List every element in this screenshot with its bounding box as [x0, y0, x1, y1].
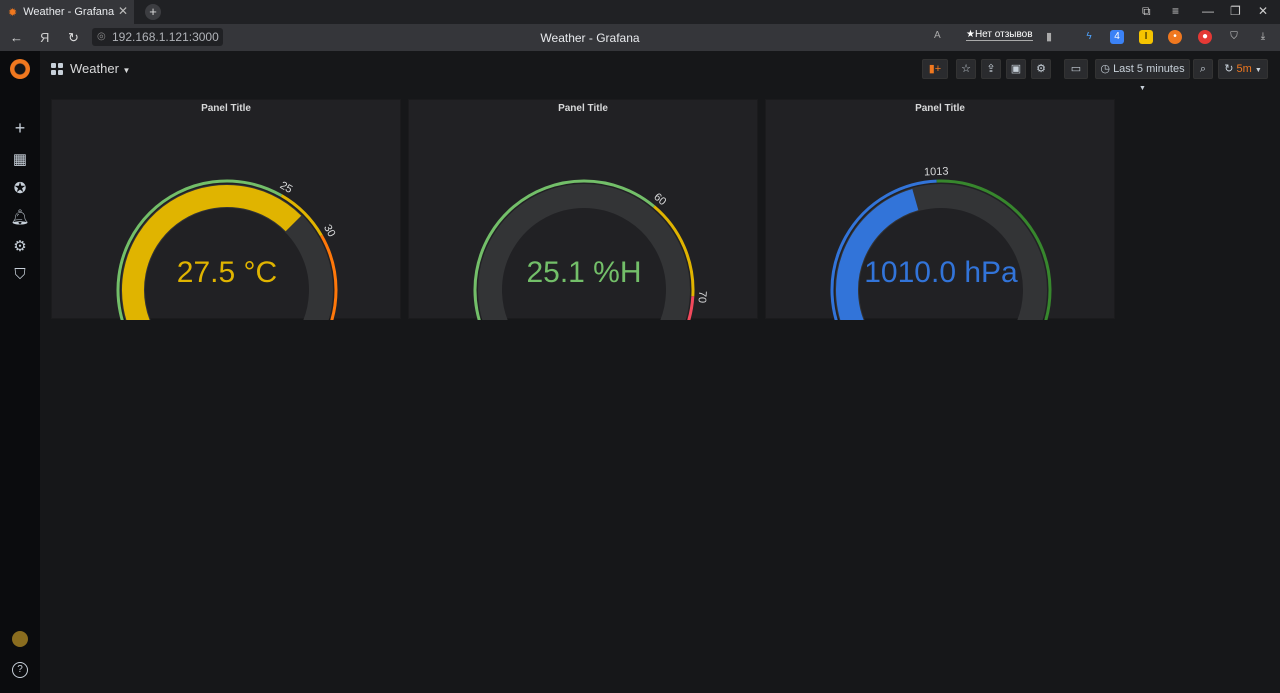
gauge-panel-humidity[interactable]: Panel Title 3060707525.1 %H — [408, 99, 758, 320]
add-panel-button[interactable]: ▮+ — [922, 59, 948, 79]
gauge-value-text: 1010.0 hPa — [864, 256, 1018, 289]
grafana-favicon-icon: ✹ — [8, 6, 18, 19]
extension-shield-icon[interactable]: ⛉ — [1227, 30, 1241, 44]
chevron-down-icon: ▼ — [122, 66, 131, 75]
extension-yellow-icon[interactable]: I — [1139, 30, 1153, 44]
chevron-down-icon: ▼ — [1254, 67, 1262, 74]
tab-title: Weather - Grafana — [23, 6, 115, 18]
yandex-logo-icon[interactable]: Я — [40, 30, 49, 45]
dashboards-icon[interactable]: ▦ — [0, 150, 40, 168]
extension-bolt-icon[interactable]: ϟ — [1082, 30, 1096, 44]
extension-orange-icon[interactable]: • — [1168, 30, 1182, 44]
extension-red-icon[interactable]: ● — [1198, 30, 1212, 44]
zoom-out-button[interactable]: ⌕ — [1193, 59, 1213, 79]
window-title: Weather - Grafana — [540, 31, 640, 45]
save-button[interactable]: ▣ — [1006, 59, 1026, 79]
settings-gear-button[interactable]: ⚙ — [1031, 59, 1051, 79]
grafana-logo-icon[interactable] — [10, 59, 30, 79]
minimize-icon[interactable]: — — [1202, 4, 1214, 18]
refresh-icon: ↻ — [1224, 63, 1234, 75]
close-tab-icon[interactable]: ✕ — [118, 4, 128, 18]
extension-4-icon[interactable]: 4 — [1110, 30, 1124, 44]
address-bar: ← Я ↻ ◎ 192.168.1.121:3000 Weather - Gra… — [0, 24, 1280, 51]
dashboard-title-text: Weather — [70, 61, 119, 76]
gauge-value-text: 25.1 %H — [526, 256, 641, 289]
refresh-button[interactable]: ↻ 5m ▼ — [1218, 59, 1268, 79]
gauge-tick-label: 70 — [696, 290, 709, 303]
clock-icon: ◷ — [1100, 63, 1110, 75]
browser-tab[interactable]: ✹ Weather - Grafana ✕ — [0, 0, 134, 24]
bookmark-icon[interactable]: ▮ — [1046, 30, 1052, 43]
help-icon[interactable]: ? — [0, 660, 40, 678]
maximize-icon[interactable]: ❐ — [1230, 4, 1241, 18]
create-plus-icon[interactable]: + — [0, 118, 40, 139]
grafana-sidemenu: + ▦ ✪ 🔔︎ ⚙ ⛉ ? — [0, 51, 40, 693]
time-picker-button[interactable]: ◷ Last 5 minutes ▼ — [1095, 59, 1190, 92]
chevron-down-icon: ▼ — [1139, 85, 1146, 92]
tabs-menu-icon[interactable]: ⧉ — [1142, 4, 1151, 19]
gauge-panel-temperature[interactable]: Panel Title 025304027.5 °C — [51, 99, 401, 320]
url-text: 192.168.1.121:3000 — [112, 30, 219, 44]
url-field[interactable]: ◎ 192.168.1.121:3000 — [92, 28, 223, 46]
tv-mode-button[interactable]: ▭ — [1064, 59, 1088, 79]
gauge-panel-pressure[interactable]: Panel Title 987101310401010.0 hPa — [765, 99, 1115, 320]
site-info-icon[interactable]: ◎ — [97, 28, 106, 46]
downloads-icon[interactable]: ⤓ — [1256, 30, 1270, 44]
alerting-bell-icon[interactable]: 🔔︎ — [0, 208, 40, 226]
gauge-tick-label: 1013 — [924, 166, 949, 179]
share-button[interactable]: ⇪ — [981, 59, 1001, 79]
dashboard-title[interactable]: Weather ▼ — [70, 61, 130, 76]
translate-icon[interactable]: A — [934, 30, 941, 41]
star-button[interactable]: ☆ — [956, 59, 976, 79]
gauge-temperature: 025304027.5 °C — [116, 179, 338, 320]
time-range-label: Last 5 minutes — [1113, 63, 1185, 75]
reviews-badge[interactable]: ★Нет отзывов — [966, 29, 1033, 41]
gauge-value-text: 27.5 °C — [177, 256, 277, 289]
explore-compass-icon[interactable]: ✪ — [0, 179, 40, 197]
server-admin-shield-icon[interactable]: ⛉ — [0, 266, 40, 283]
close-window-icon[interactable]: ✕ — [1258, 4, 1268, 18]
user-avatar[interactable] — [0, 631, 40, 651]
browser-tab-bar: ✹ Weather - Grafana ✕ + ⧉ ≡ — ❐ ✕ — [0, 0, 1280, 24]
dashboard-grid-icon — [51, 63, 63, 75]
browser-menu-icon[interactable]: ≡ — [1172, 4, 1179, 18]
dashboard-navbar: Weather ▼ ▮+ ☆ ⇪ ▣ ⚙ ▭ ◷ Last 5 minutes … — [40, 51, 1280, 92]
configuration-gear-icon[interactable]: ⚙ — [0, 237, 40, 255]
reload-icon[interactable]: ↻ — [68, 30, 79, 46]
refresh-interval-label: 5m — [1236, 63, 1252, 75]
gauge-humidity: 3060707525.1 %H — [473, 179, 709, 320]
gauge-pressure: 987101310401010.0 hPa — [830, 166, 1052, 320]
back-arrow-icon[interactable]: ← — [10, 30, 23, 45]
new-tab-button[interactable]: + — [145, 4, 161, 20]
